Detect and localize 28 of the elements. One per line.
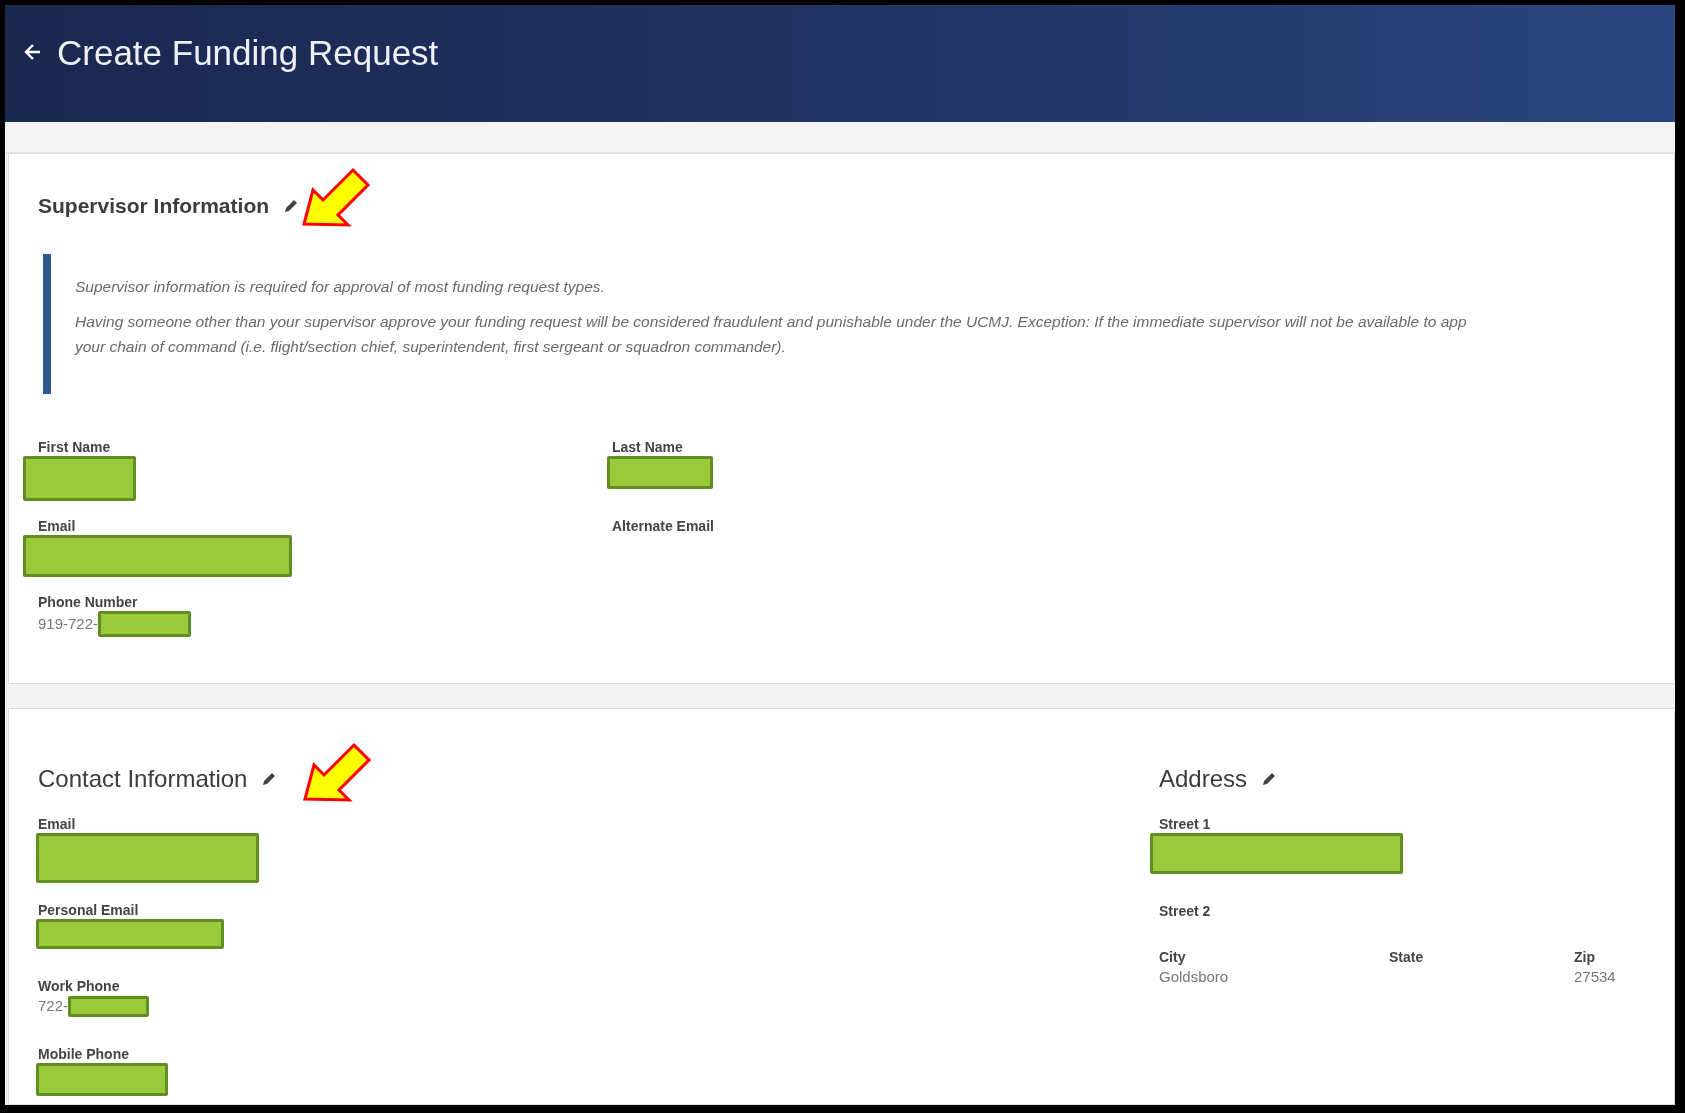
field-label: State	[1389, 948, 1424, 966]
field-label: Street 2	[1159, 902, 1211, 920]
field-label: Work Phone	[38, 977, 120, 995]
pencil-icon[interactable]	[261, 771, 278, 787]
page-title: Create Funding Request	[57, 33, 439, 73]
notice-text: Supervisor information is required for approval of most funding request types.	[75, 277, 606, 297]
field-value: 722-	[38, 996, 69, 1016]
field-label: Email	[38, 517, 76, 535]
section-title: Contact Information	[38, 765, 248, 793]
back-arrow-icon[interactable]	[23, 42, 43, 62]
field-value: 27534	[1574, 967, 1616, 987]
field-label: Last Name	[612, 438, 683, 456]
field-label: Phone Number	[38, 593, 138, 611]
section-title: Supervisor Information	[38, 194, 270, 218]
field-value: 919-722-	[38, 614, 99, 634]
field-label: First Name	[38, 438, 111, 456]
field-label: Alternate Email	[612, 517, 714, 535]
field-label: Zip	[1574, 948, 1595, 966]
field-label: Mobile Phone	[38, 1045, 129, 1063]
field-label: Street 1	[1159, 815, 1211, 833]
pencil-icon[interactable]	[283, 198, 300, 214]
section-title: Address	[1159, 765, 1248, 793]
notice-text: Having someone other than your supervisor approve your funding request will be considered fraudulent and punishable under the UCMJ. Exception: If the immediate supervisor will not be available to app your chain of command (i.e. flight/section chief, superintendent, first sergeant or squadron commander).	[75, 312, 1468, 357]
field-value: Goldsboro	[1159, 967, 1229, 987]
field-label: City	[1159, 948, 1186, 966]
field-label: Personal Email	[38, 901, 139, 919]
pencil-icon[interactable]	[1261, 771, 1278, 787]
field-label: Email	[38, 815, 76, 833]
